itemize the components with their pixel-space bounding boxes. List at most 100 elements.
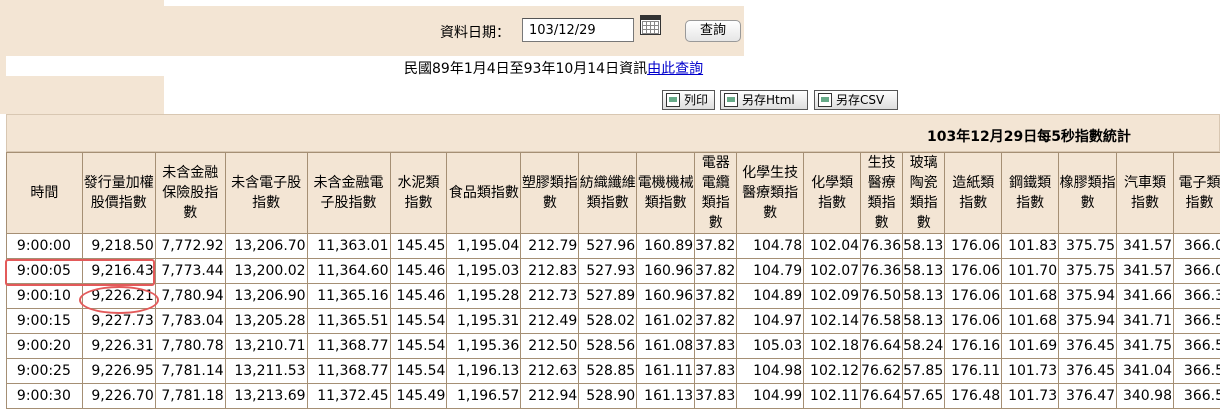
index-value-cell: 212.63: [520, 358, 580, 384]
index-value-cell: 13,205.28: [224, 308, 308, 334]
time-cell: 9:00:25: [6, 358, 83, 384]
save-html-button[interactable]: 另存Html: [720, 90, 808, 110]
save-icon: [818, 93, 832, 107]
save-icon: [724, 93, 738, 107]
date-label: 資料日期：: [440, 25, 510, 41]
index-value-cell: 57.65: [902, 383, 946, 409]
index-value-cell: 176.16: [944, 333, 1003, 359]
index-value-cell: 160.89: [636, 233, 696, 259]
index-value-cell: 37.82: [694, 233, 738, 259]
col-header: 食品類指數: [446, 152, 522, 234]
index-value-cell: 1,195.03: [446, 258, 522, 284]
index-table-container: 103年12月29日每5秒指數統計 時間 發行量加權股價指數 未含金融保險股指數…: [6, 114, 1220, 416]
col-header: 化學類指數: [803, 152, 862, 234]
index-value-cell: 37.82: [694, 308, 738, 334]
index-value-cell: 341.71: [1116, 308, 1174, 334]
index-value-cell: 101.68: [1001, 283, 1060, 309]
index-value-cell: 9,218.50: [81, 233, 156, 259]
index-value-cell: 11,368.77: [306, 358, 391, 384]
index-value-cell: 528.56: [578, 333, 638, 359]
col-header: 電子類指數: [1172, 152, 1220, 234]
index-value-cell: 102.18: [803, 333, 862, 359]
index-value-cell: 11,372.45: [306, 383, 391, 409]
index-value-cell: 176.06: [944, 258, 1003, 284]
col-header: 玻璃陶瓷類指數: [902, 152, 946, 234]
index-value-cell: 212.79: [520, 233, 580, 259]
index-value-cell: 105.03: [736, 333, 805, 359]
index-value-cell: 145.46: [389, 258, 448, 284]
index-value-cell: 212.83: [520, 258, 580, 284]
index-value-cell: 102.11: [803, 383, 862, 409]
index-value-cell: 101.70: [1001, 258, 1060, 284]
index-value-cell: 76.64: [860, 383, 904, 409]
calendar-icon[interactable]: [640, 15, 661, 35]
index-value-cell: 104.98: [736, 358, 805, 384]
index-value-cell: 9,226.95: [81, 358, 156, 384]
index-value-cell: 212.49: [520, 308, 580, 334]
index-value-cell: 37.83: [694, 383, 738, 409]
index-value-cell: 7,773.44: [154, 258, 226, 284]
index-value-cell: 145.45: [389, 233, 448, 259]
index-value-cell: 366.5: [1172, 358, 1220, 384]
col-header: 時間: [6, 152, 83, 234]
table-row: 9:00:30 9,226.70 7,781.18 13,213.69 11,372.4…: [6, 383, 1220, 409]
index-value-cell: 1,196.13: [446, 358, 522, 384]
index-value-cell: 37.82: [694, 283, 738, 309]
index-value-cell: 76.64: [860, 333, 904, 359]
index-value-cell: 176.06: [944, 283, 1003, 309]
index-value-cell: 375.75: [1058, 258, 1118, 284]
save-csv-button[interactable]: 另存CSV: [814, 90, 898, 110]
index-value-cell: 366.5: [1172, 383, 1220, 409]
index-value-cell: 160.96: [636, 258, 696, 284]
index-value-cell: 161.11: [636, 358, 696, 384]
col-header: 發行量加權股價指數: [81, 152, 156, 234]
col-header: 生技醫療類指數: [860, 152, 904, 234]
table-row: 9:00:15 9,227.73 7,783.04 13,205.28 11,365.5…: [6, 308, 1220, 334]
index-value-cell: 527.96: [578, 233, 638, 259]
index-value-cell: 101.73: [1001, 358, 1060, 384]
index-value-cell: 341.75: [1116, 333, 1174, 359]
index-value-cell: 13,213.69: [224, 383, 308, 409]
index-value-cell: 102.04: [803, 233, 862, 259]
history-notice: 民國89年1月4日至93年10月14日資訊由此查詢: [404, 58, 703, 78]
time-cell: 9:00:15: [6, 308, 83, 334]
index-value-cell: 366.0: [1172, 233, 1220, 259]
index-value-cell: 366.5: [1172, 308, 1220, 334]
print-button[interactable]: 列印: [662, 90, 715, 110]
time-cell: 9:00:20: [6, 333, 83, 359]
index-value-cell: 101.73: [1001, 383, 1060, 409]
index-value-cell: 13,206.90: [224, 283, 308, 309]
col-header: 紡織纖維類指數: [578, 152, 638, 234]
index-value-cell: 76.36: [860, 258, 904, 284]
index-value-cell: 1,196.57: [446, 383, 522, 409]
col-header: 鋼鐵類指數: [1001, 152, 1060, 234]
index-value-cell: 1,195.28: [446, 283, 522, 309]
col-header: 造紙類指數: [944, 152, 1003, 234]
history-query-link[interactable]: 由此查詢: [647, 61, 703, 77]
index-value-cell: 101.83: [1001, 233, 1060, 259]
time-cell: 9:00:10: [6, 283, 83, 309]
index-value-cell: 1,195.31: [446, 308, 522, 334]
index-value-cell: 58.13: [902, 233, 946, 259]
index-value-cell: 11,368.77: [306, 333, 391, 359]
index-value-cell: 145.54: [389, 308, 448, 334]
index-value-cell: 13,211.53: [224, 358, 308, 384]
table-row: 9:00:00 9,218.50 7,772.92 13,206.70 11,363.0…: [6, 233, 1220, 259]
index-value-cell: 76.62: [860, 358, 904, 384]
spacer: [6, 56, 164, 76]
index-value-cell: 13,200.02: [224, 258, 308, 284]
index-value-cell: 58.24: [902, 333, 946, 359]
index-value-cell: 341.57: [1116, 233, 1174, 259]
query-button[interactable]: 查詢: [685, 20, 741, 42]
index-value-cell: 528.85: [578, 358, 638, 384]
index-value-cell: 9,226.31: [81, 333, 156, 359]
date-input[interactable]: [522, 18, 634, 42]
index-value-cell: 212.73: [520, 283, 580, 309]
index-value-cell: 102.14: [803, 308, 862, 334]
index-value-cell: 104.78: [736, 233, 805, 259]
index-value-cell: 176.06: [944, 233, 1003, 259]
index-value-cell: 7,781.14: [154, 358, 226, 384]
index-value-cell: 366.0: [1172, 258, 1220, 284]
index-value-cell: 76.58: [860, 308, 904, 334]
index-value-cell: 375.94: [1058, 283, 1118, 309]
